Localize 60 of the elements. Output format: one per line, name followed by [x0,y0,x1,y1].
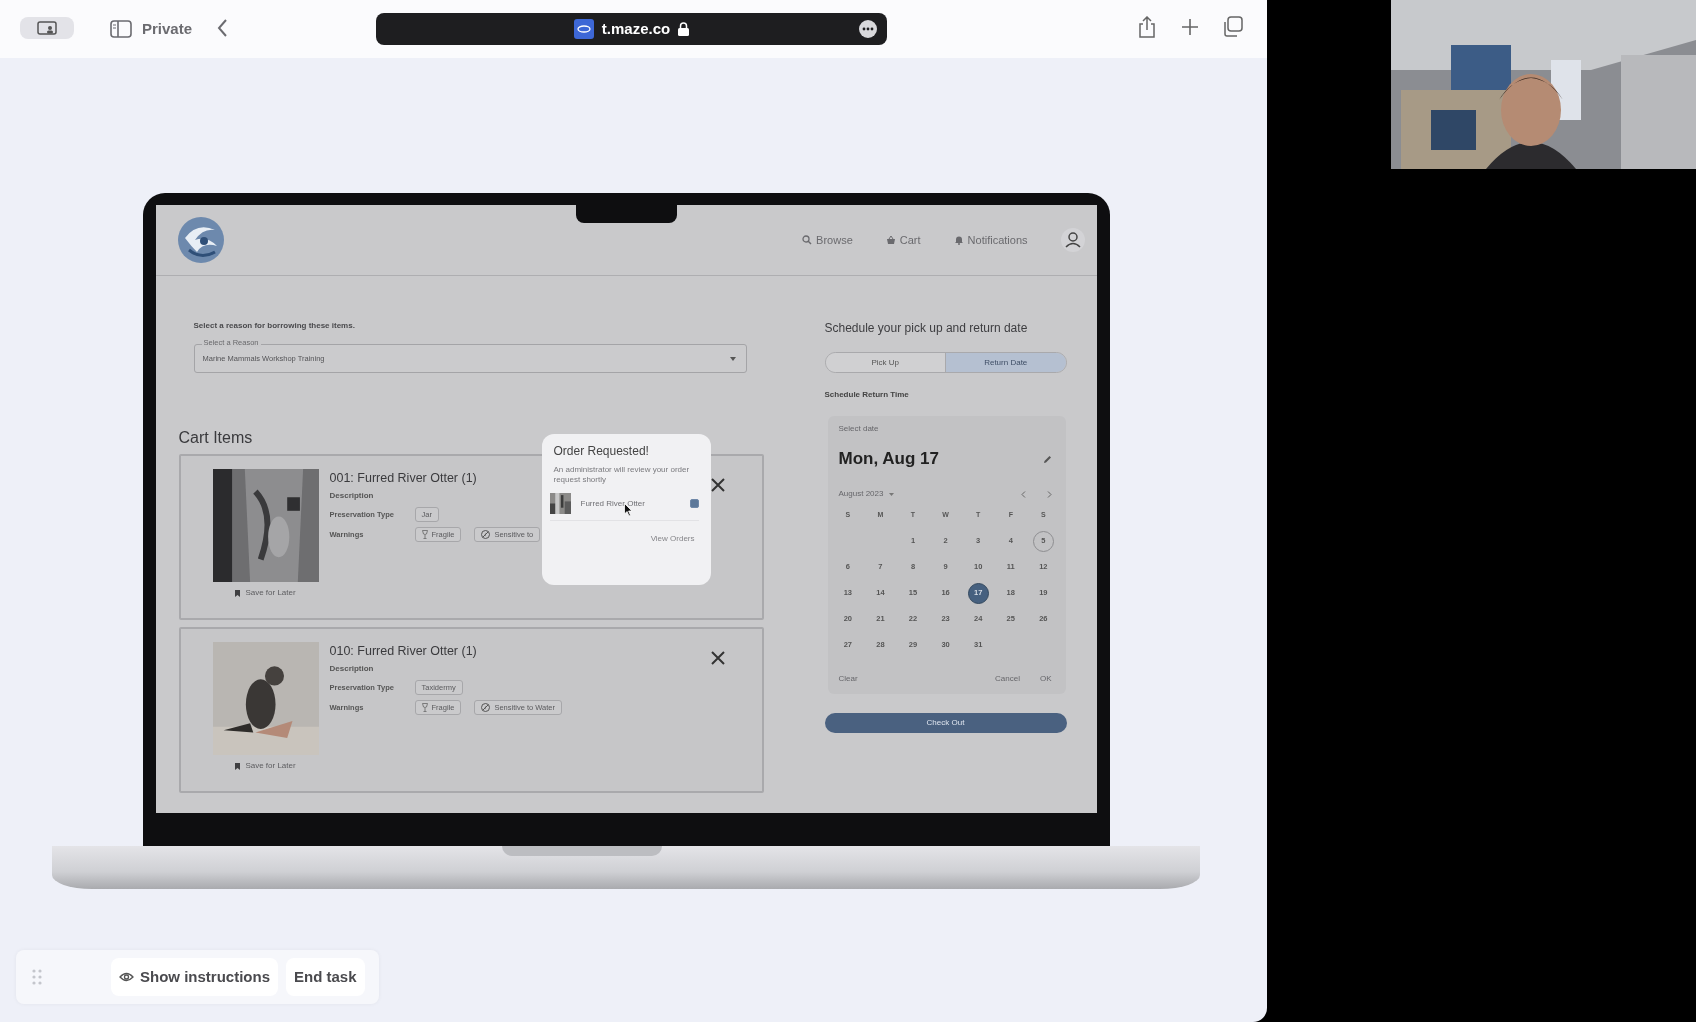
tab-overview-button[interactable] [20,17,74,39]
private-button[interactable]: Private [110,18,193,41]
date-tab[interactable]: Pick Up [825,353,945,372]
globe-icon [573,19,594,39]
more-icon[interactable] [859,20,877,38]
calendar-prompt: Select date [838,424,880,434]
schedule-title: Schedule your pick up and return date [824,321,1029,335]
glass-icon [421,703,428,712]
save-for-later-link[interactable]: Save for Later [235,587,296,599]
pencil-icon[interactable] [1042,454,1052,464]
checkbox[interactable] [689,499,699,508]
section-title: Cart Items [178,428,254,447]
caret-icon [729,356,736,361]
item-title: 001: Furred River Otter (1) [329,470,477,486]
view-orders-link[interactable]: View Orders [650,533,695,545]
description-label: Description [329,490,374,502]
sidebar-icon [110,20,132,39]
check-out-button[interactable]: Check Out [824,713,1067,733]
window-icon [37,21,57,35]
calendar-action[interactable]: Cancel [995,673,1020,685]
item-name: Furred River Otter [580,497,645,510]
popup-message: An administrator will review your order request shortly [553,465,691,485]
caret-icon [889,492,895,496]
no-water-icon [481,703,491,712]
calendar-action[interactable]: Clear [838,673,858,685]
toolbar-button[interactable]: Show instructions [111,958,278,996]
nav-link[interactable]: Notifications [953,231,1028,249]
plus-icon[interactable] [1180,16,1200,38]
avatar-icon[interactable] [1060,228,1085,252]
nav-link[interactable]: Browse [802,231,853,249]
toolbar-button[interactable]: End task [286,958,365,996]
item-title: 010: Furred River Otter (1) [329,643,477,659]
logo-icon[interactable] [176,216,225,264]
calendar-action[interactable]: OK [1039,673,1052,685]
selected-date: Mon, Aug 17 [838,448,939,470]
date-tab[interactable]: Return Date [945,353,1066,372]
popup-title: Order Requested! [553,444,650,459]
close-icon[interactable] [709,650,726,666]
share-icon[interactable] [1137,16,1157,38]
close-icon[interactable] [709,477,726,493]
address-bar[interactable]: t.maze.co [376,13,887,45]
save-for-later-link[interactable]: Save for Later [235,760,296,772]
no-water-icon [481,530,491,539]
nav-link[interactable]: Cart [885,231,921,249]
back-icon[interactable] [216,18,228,38]
basket-icon [885,235,896,245]
drag-handle-icon[interactable] [31,968,43,986]
glass-icon [421,530,428,539]
reason-prompt: Select a reason for borrowing these items. [193,321,356,330]
description-label: Description [329,663,374,675]
tabs-icon[interactable] [1223,16,1243,38]
url-text: t.maze.co [601,18,671,39]
search-icon [802,235,813,245]
month-selector[interactable]: August 2023 [838,488,895,500]
bookmark-icon [235,589,241,597]
bell-icon [953,235,964,245]
subtitle: Schedule Return Time [824,389,910,401]
eye-icon [119,972,134,982]
bookmark-icon [235,762,241,770]
lock-icon [678,22,690,36]
